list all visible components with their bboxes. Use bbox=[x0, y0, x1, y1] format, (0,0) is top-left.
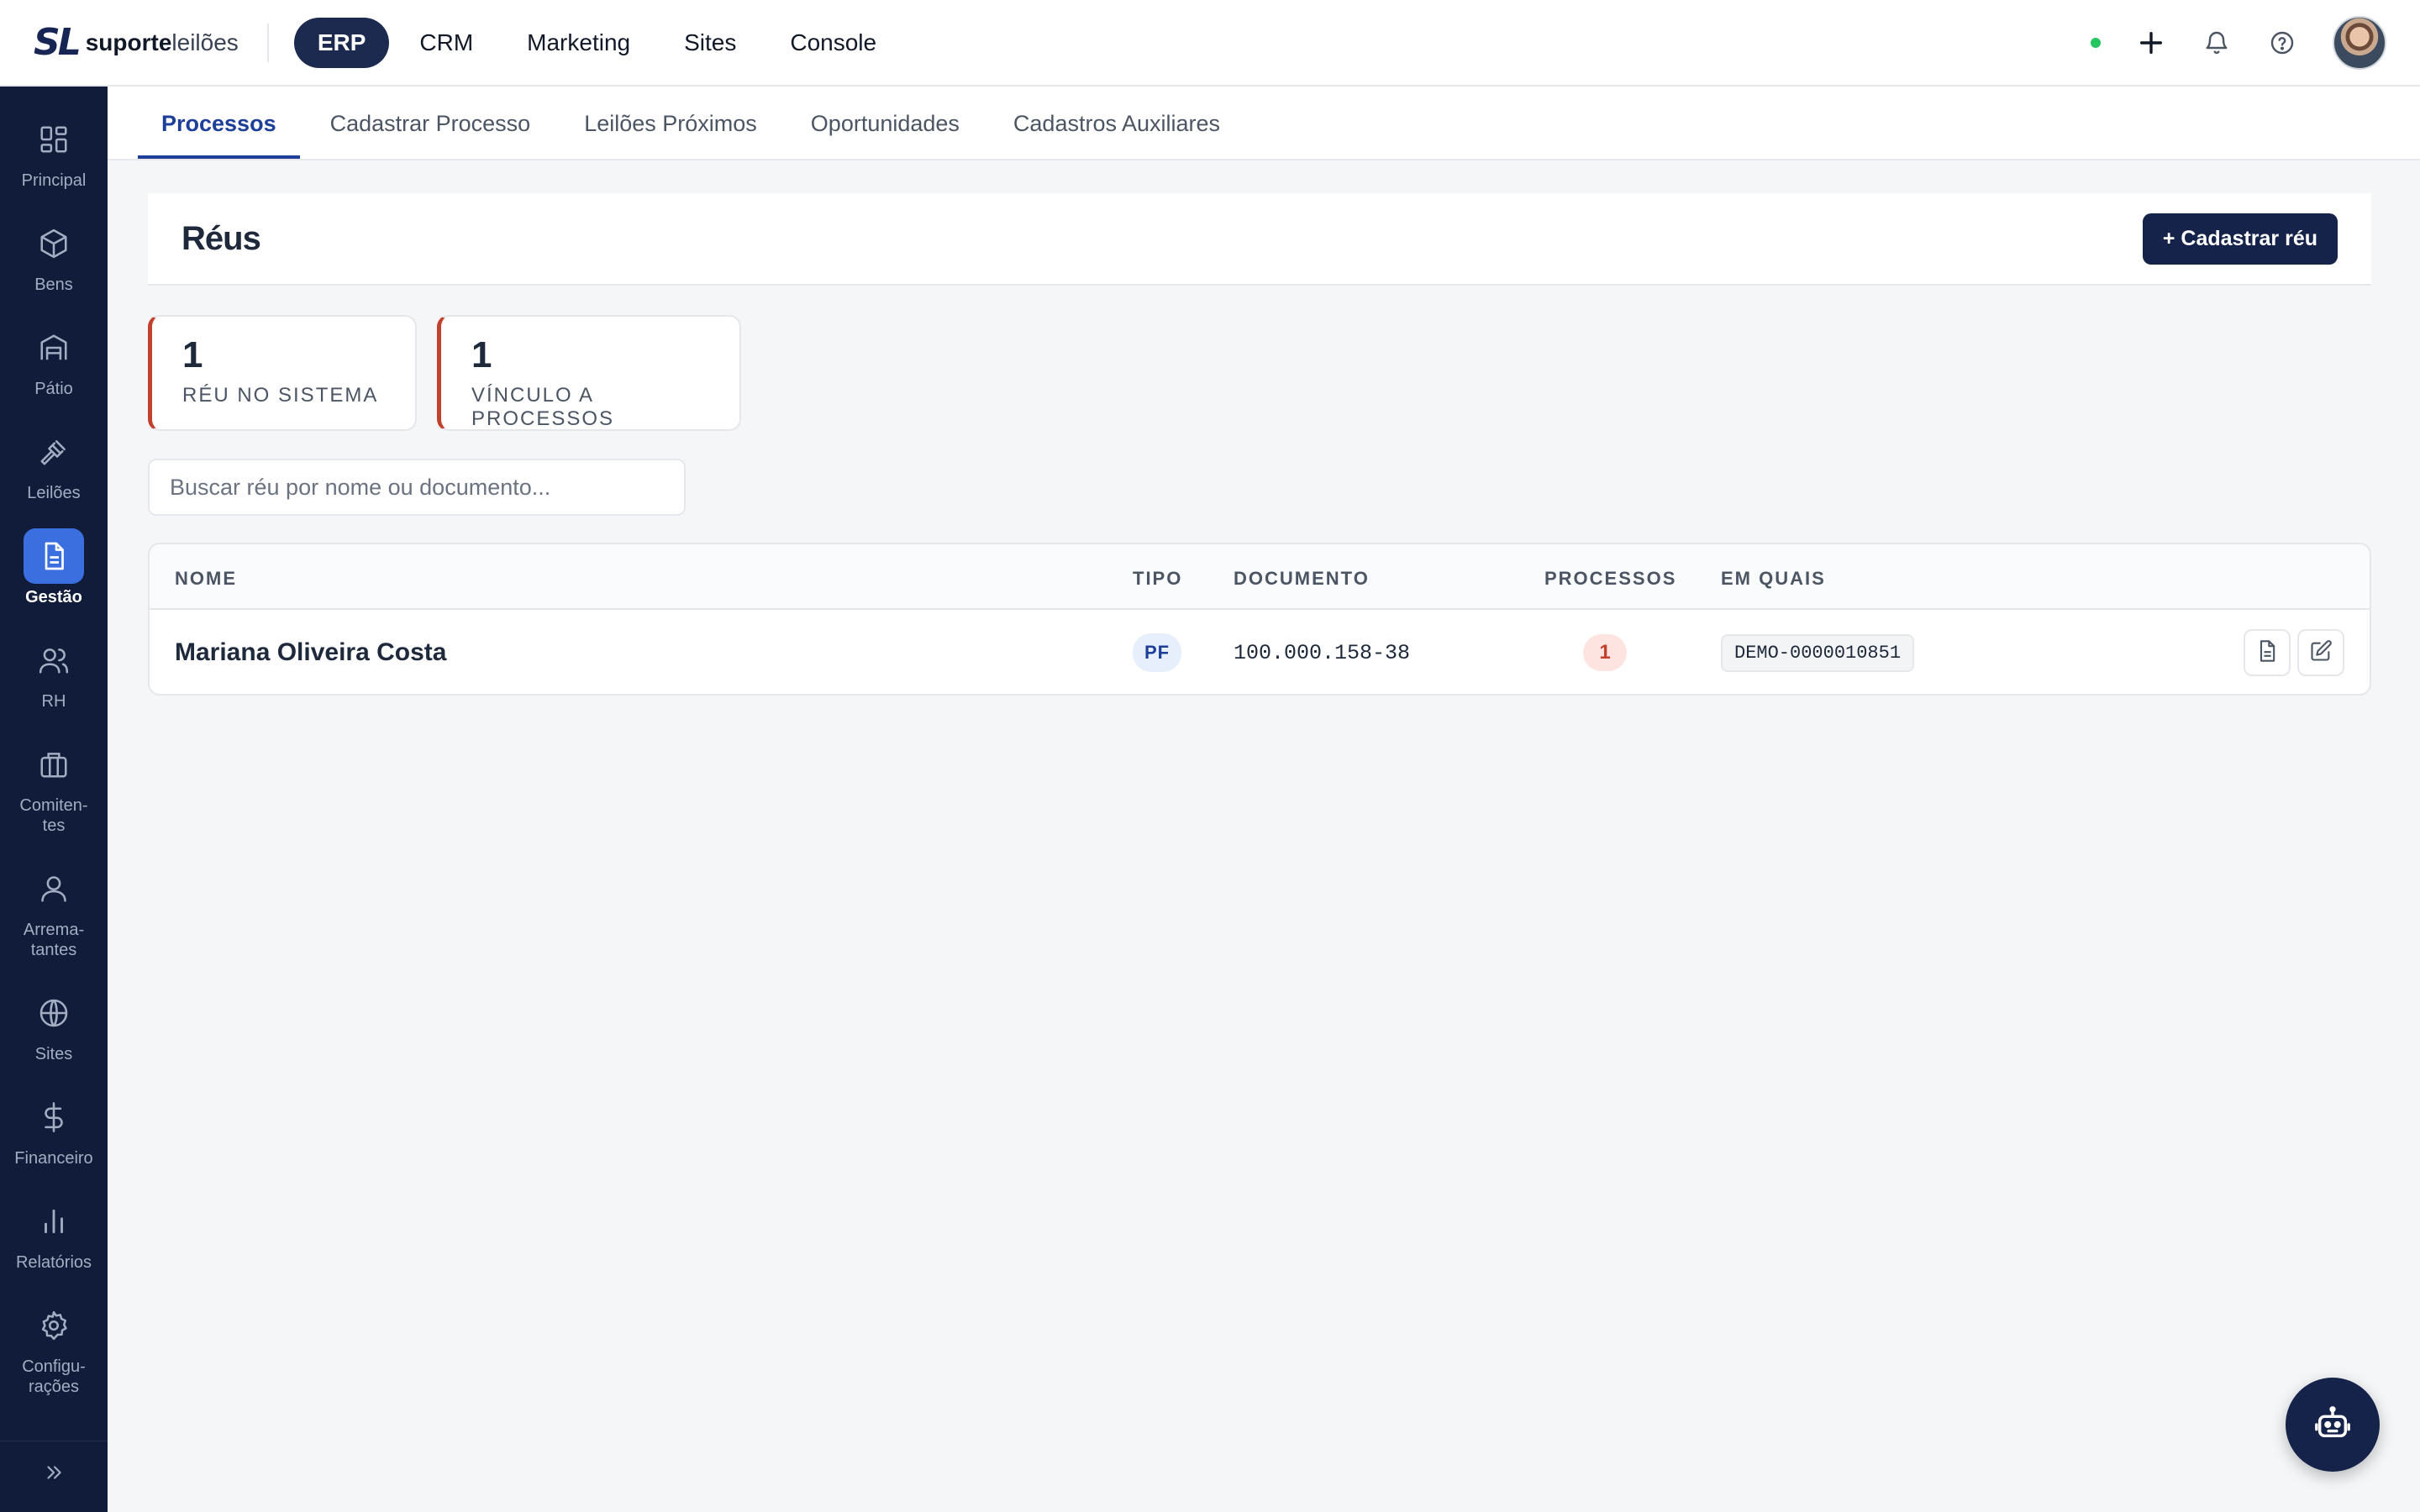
logo-text: suporteleilões bbox=[85, 29, 239, 55]
top-nav-erp[interactable]: ERP bbox=[293, 17, 390, 68]
sidebar-item-label: Pátio bbox=[34, 380, 73, 398]
top-nav-marketing[interactable]: Marketing bbox=[503, 18, 654, 68]
section-tabs: Processos Cadastrar Processo Leilões Pró… bbox=[108, 87, 2420, 160]
tab-leiloes-proximos[interactable]: Leilões Próximos bbox=[560, 111, 781, 159]
sidebar-item-label: Relatórios bbox=[15, 1253, 92, 1272]
processo-code-chip[interactable]: DEMO-0000010851 bbox=[1721, 633, 1915, 672]
table-header: NOME TIPO DOCUMENTO PROCESSOS EM QUAIS bbox=[150, 544, 2370, 610]
cube-icon bbox=[24, 216, 84, 271]
top-nav: ERP CRM Marketing Sites Console bbox=[293, 17, 900, 68]
stat-card-reus: 1 RÉU NO SISTEMA bbox=[148, 315, 417, 431]
globe-icon bbox=[24, 985, 84, 1041]
tipo-badge: PF bbox=[1133, 633, 1182, 672]
sidebar-item-label: RH bbox=[41, 692, 66, 711]
documento-value: 100.000.158-38 bbox=[1234, 640, 1411, 665]
document-icon bbox=[24, 528, 84, 584]
top-bar: SL suporteleilões ERP CRM Marketing Site… bbox=[0, 0, 2420, 87]
stat-label: VÍNCULO A PROCESSOS bbox=[471, 384, 615, 430]
column-header-nome[interactable]: NOME bbox=[175, 568, 237, 590]
top-nav-sites[interactable]: Sites bbox=[660, 18, 760, 68]
reu-name[interactable]: Mariana Oliveira Costa bbox=[175, 638, 446, 667]
tab-cadastros-auxiliares[interactable]: Cadastros Auxiliares bbox=[990, 111, 1244, 159]
sidebar-item-bens[interactable]: Bens bbox=[0, 216, 108, 295]
sidebar-item-sites[interactable]: Sites bbox=[0, 985, 108, 1064]
tab-oportunidades[interactable]: Oportunidades bbox=[787, 111, 983, 159]
top-actions bbox=[2091, 0, 2386, 86]
view-document-button[interactable] bbox=[2244, 629, 2291, 676]
stat-card-vinculos: 1 VÍNCULO A PROCESSOS bbox=[437, 315, 741, 431]
stat-value: 1 bbox=[182, 334, 203, 375]
top-divider bbox=[266, 23, 269, 62]
sidebar: Principal Bens Pátio Leilões Gestão RH C… bbox=[0, 87, 108, 1512]
sidebar-item-arrematantes[interactable]: Arrema- tantes bbox=[0, 861, 108, 960]
reus-table: NOME TIPO DOCUMENTO PROCESSOS EM QUAIS M… bbox=[148, 543, 2371, 696]
sidebar-item-label: Sites bbox=[34, 1045, 73, 1063]
sidebar-item-label: Financeiro bbox=[14, 1149, 93, 1168]
grid-icon bbox=[24, 112, 84, 167]
sidebar-item-label: Leilões bbox=[27, 484, 81, 502]
column-header-documento[interactable]: DOCUMENTO bbox=[1234, 568, 1370, 590]
column-header-tipo[interactable]: TIPO bbox=[1133, 568, 1182, 590]
help-icon[interactable] bbox=[2267, 28, 2297, 58]
cell-tipo: PF bbox=[1133, 610, 1182, 694]
dollar-icon bbox=[24, 1089, 84, 1145]
sidebar-item-configuracoes[interactable]: Configu- rações bbox=[0, 1298, 108, 1397]
sidebar-item-principal[interactable]: Principal bbox=[0, 112, 108, 191]
warehouse-icon bbox=[24, 320, 84, 375]
users-icon bbox=[24, 633, 84, 688]
table-row[interactable]: Mariana Oliveira Costa PF 100.000.158-38… bbox=[150, 610, 2370, 694]
processos-count-badge: 1 bbox=[1583, 634, 1627, 671]
sidebar-item-label: Configu- rações bbox=[22, 1357, 86, 1396]
sidebar-item-relatorios[interactable]: Relatórios bbox=[0, 1194, 108, 1273]
chevrons-right-icon bbox=[43, 1462, 65, 1488]
sidebar-item-rh[interactable]: RH bbox=[0, 633, 108, 711]
stat-label: RÉU NO SISTEMA bbox=[182, 384, 379, 407]
sidebar-item-financeiro[interactable]: Financeiro bbox=[0, 1089, 108, 1168]
cell-documento: 100.000.158-38 bbox=[1234, 610, 1411, 694]
sidebar-item-comitentes[interactable]: Comiten- tes bbox=[0, 737, 108, 836]
gavel-icon bbox=[24, 424, 84, 480]
sidebar-item-leiloes[interactable]: Leilões bbox=[0, 424, 108, 503]
user-icon bbox=[24, 861, 84, 916]
brand-logo[interactable]: SL suporteleilões bbox=[34, 18, 239, 68]
column-header-processos[interactable]: PROCESSOS bbox=[1544, 568, 1676, 590]
add-reu-button[interactable]: + Cadastrar réu bbox=[2142, 213, 2338, 265]
document-icon bbox=[2255, 639, 2279, 667]
search-input[interactable] bbox=[148, 459, 686, 516]
cell-nome: Mariana Oliveira Costa bbox=[175, 610, 446, 694]
bell-icon[interactable] bbox=[2202, 28, 2232, 58]
edit-button[interactable] bbox=[2297, 629, 2344, 676]
robot-icon bbox=[2313, 1404, 2352, 1446]
edit-icon bbox=[2309, 639, 2333, 667]
top-nav-crm[interactable]: CRM bbox=[396, 18, 497, 68]
sidebar-item-label: Principal bbox=[21, 171, 87, 190]
logo-mark: SL bbox=[34, 21, 82, 64]
sidebar-item-label: Bens bbox=[34, 276, 73, 294]
sidebar-item-label: Comiten- tes bbox=[19, 796, 88, 835]
plus-icon[interactable] bbox=[2136, 28, 2166, 58]
bar-chart-icon bbox=[24, 1194, 84, 1249]
briefcase-icon bbox=[24, 737, 84, 792]
user-avatar[interactable] bbox=[2333, 16, 2386, 70]
sidebar-item-label: Gestão bbox=[25, 588, 82, 606]
cell-actions bbox=[2244, 610, 2344, 694]
cell-em-quais: DEMO-0000010851 bbox=[1721, 610, 1915, 694]
page-header: Réus + Cadastrar réu bbox=[148, 193, 2371, 286]
sidebar-item-patio[interactable]: Pátio bbox=[0, 320, 108, 399]
top-nav-console[interactable]: Console bbox=[766, 18, 900, 68]
sidebar-item-label: Arrema- tantes bbox=[23, 921, 85, 959]
sidebar-expand-button[interactable] bbox=[0, 1441, 108, 1508]
sidebar-item-gestao[interactable]: Gestão bbox=[0, 528, 108, 607]
cell-processos: 1 bbox=[1583, 610, 1627, 694]
tab-processos[interactable]: Processos bbox=[138, 111, 300, 159]
page-title: Réus bbox=[182, 219, 261, 257]
gear-icon bbox=[24, 1298, 84, 1353]
online-status-dot bbox=[2091, 38, 2101, 48]
column-header-em-quais[interactable]: EM QUAIS bbox=[1721, 568, 1826, 590]
stat-value: 1 bbox=[471, 334, 492, 375]
assistant-bot-button[interactable] bbox=[2286, 1378, 2380, 1472]
tab-cadastrar-processo[interactable]: Cadastrar Processo bbox=[307, 111, 555, 159]
